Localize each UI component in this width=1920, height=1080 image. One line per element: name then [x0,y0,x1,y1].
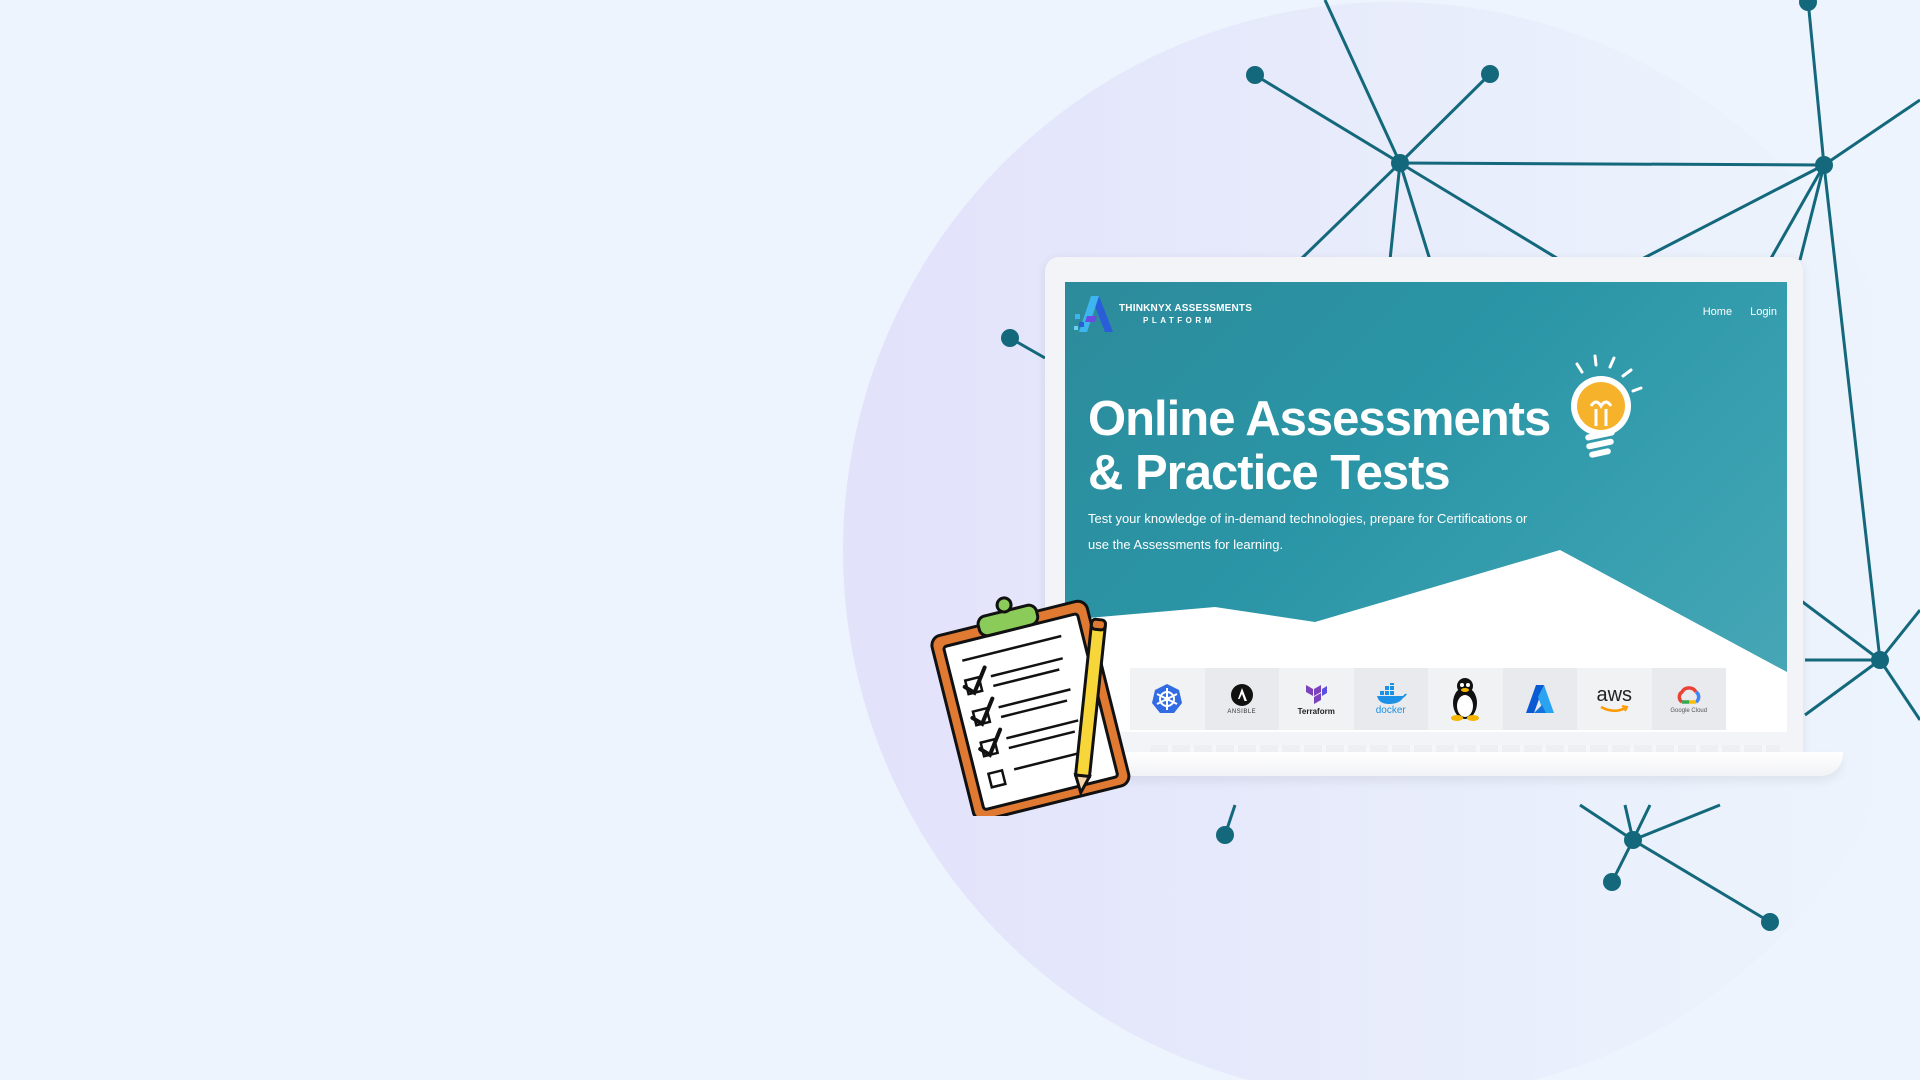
tech-tile-aws[interactable]: aws [1577,668,1652,730]
headline-line-2: & Practice Tests [1088,446,1451,500]
nav-login-link[interactable]: Login [1750,306,1777,318]
tech-tile-google-cloud[interactable]: Google Cloud [1651,668,1726,730]
tech-tile-docker[interactable]: docker [1353,668,1428,730]
linux-icon [1451,678,1480,721]
docker-icon [1376,682,1407,704]
google-cloud-label: Google Cloud [1670,708,1708,714]
technology-logos-strip: ANSIBLE Terraform docker aws Google Clou… [1130,668,1726,730]
tech-tile-terraform[interactable]: Terraform [1279,668,1354,730]
tech-tile-linux[interactable] [1428,668,1503,730]
docker-label: docker [1375,704,1406,716]
lightbulb-icon [1571,354,1643,458]
azure-icon [1525,685,1554,713]
brand-subtitle: PLATFORM [1143,315,1215,325]
site-logo[interactable]: THINKNYX ASSESSMENTS PLATFORM [1073,292,1252,336]
site-brand: THINKNYX ASSESSMENTS PLATFORM [1119,303,1252,326]
thinknyx-logo-icon [1074,296,1113,332]
brand-title: THINKNYX ASSESSMENTS [1119,302,1253,314]
site-nav: Home Login [1703,306,1777,318]
ansible-label: ANSIBLE [1227,709,1257,715]
tech-tile-ansible[interactable]: ANSIBLE [1204,668,1279,730]
promo-scene: THINKNYX ASSESSMENTS PLATFORM Home Login… [0,0,1920,1080]
tech-tile-azure[interactable] [1502,668,1577,730]
aws-icon: aws [1596,684,1633,706]
google-cloud-icon [1677,686,1701,704]
aws-smile-icon [1600,705,1629,712]
hero-headline: Online Assessments & Practice Tests [1088,392,1551,500]
hero-subtext: Test your knowledge of in-demand technol… [1088,511,1528,552]
terraform-label: Terraform [1297,706,1335,716]
terraform-icon [1306,684,1328,704]
ansible-icon [1230,684,1253,706]
laptop-screen: THINKNYX ASSESSMENTS PLATFORM Home Login… [1065,282,1787,732]
clipboard-checklist-icon [930,596,1131,816]
kubernetes-icon [1152,684,1183,713]
tech-tile-kubernetes[interactable] [1130,668,1205,730]
nav-home-link[interactable]: Home [1703,306,1732,318]
headline-line-1: Online Assessments [1088,392,1551,446]
